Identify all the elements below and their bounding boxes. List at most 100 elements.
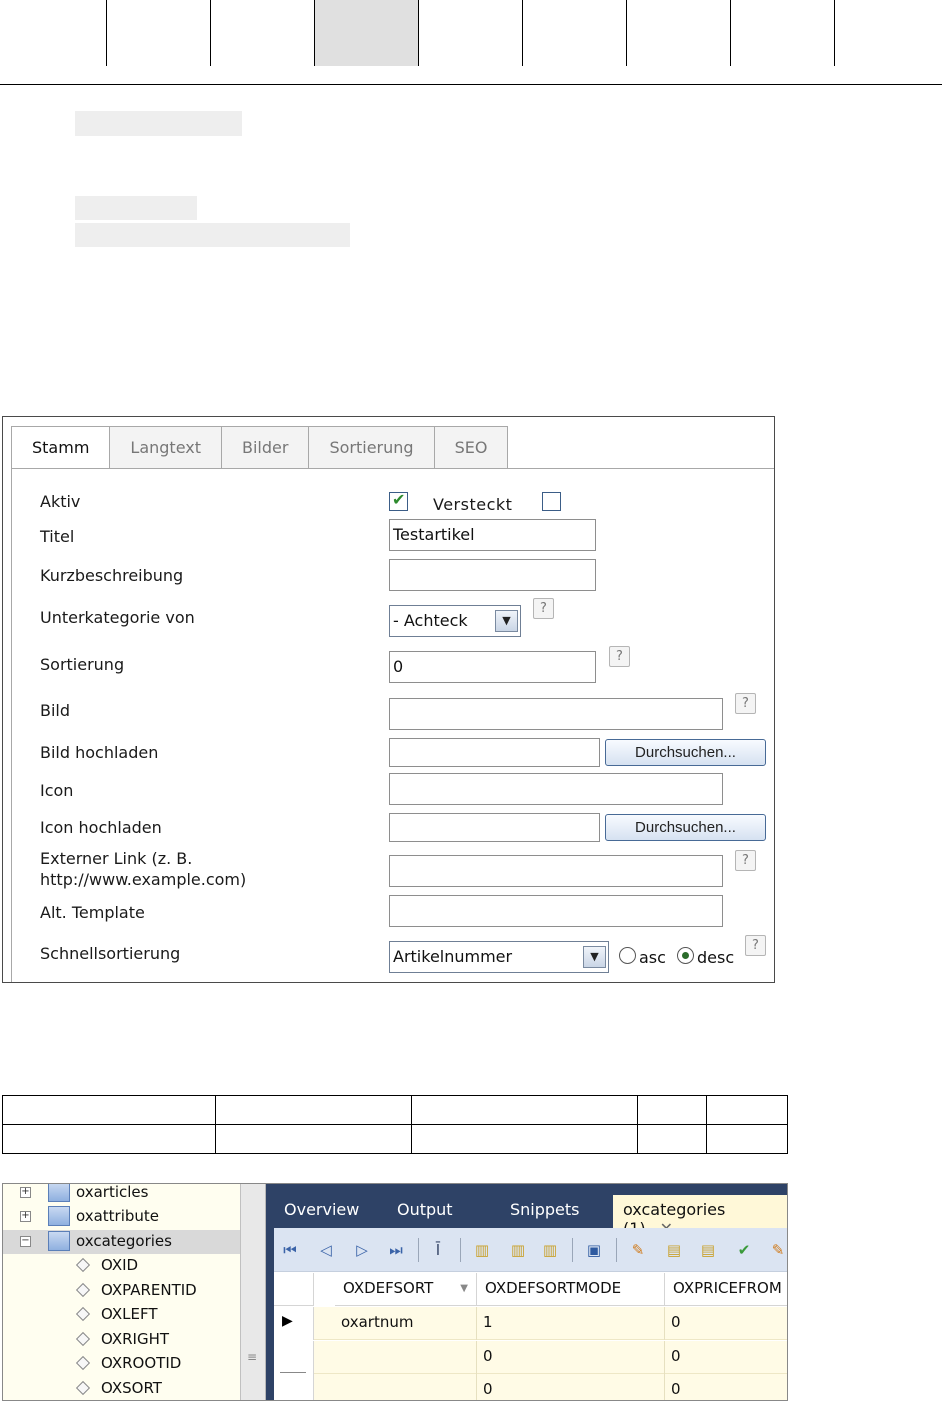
first-record-icon[interactable]: ⏮ bbox=[280, 1240, 300, 1260]
sortierung-input[interactable]: 0 bbox=[389, 651, 596, 683]
last-record-icon[interactable]: ⏭ bbox=[386, 1240, 406, 1260]
titel-input[interactable]: Testartikel bbox=[389, 519, 596, 551]
tree-item-column[interactable]: OXROOTID bbox=[3, 1352, 240, 1376]
column-header[interactable]: OXDEFSORT ▼ bbox=[335, 1273, 477, 1306]
next-record-icon[interactable]: ▷ bbox=[352, 1240, 372, 1260]
column-header[interactable]: OXDEFSORTMODE bbox=[477, 1273, 665, 1306]
tree-item-column[interactable]: OXSORT bbox=[3, 1377, 240, 1400]
tree-item-column[interactable]: OXPARENTID bbox=[3, 1279, 240, 1303]
table-row[interactable]: 0 0 bbox=[274, 1374, 787, 1400]
header-cell-highlighted bbox=[314, 0, 419, 66]
tree-item-column[interactable]: OXID bbox=[3, 1254, 240, 1278]
table-cell[interactable]: 0 bbox=[477, 1374, 665, 1400]
sort-descending-indicator-icon: ▼ bbox=[460, 1283, 468, 1294]
table-cell[interactable] bbox=[335, 1374, 477, 1400]
panel-border bbox=[11, 468, 12, 982]
table-cell[interactable]: 1 bbox=[477, 1307, 665, 1340]
column-icon bbox=[75, 1257, 91, 1273]
asc-radio[interactable] bbox=[619, 947, 636, 964]
column-header[interactable]: OXPRICEFROM bbox=[665, 1273, 787, 1306]
bild-upload-field[interactable] bbox=[389, 738, 600, 767]
tab-output[interactable]: Output bbox=[397, 1200, 453, 1219]
table-cell[interactable]: oxartnum bbox=[335, 1307, 477, 1340]
table-cell[interactable]: 0 bbox=[665, 1307, 787, 1340]
chevron-down-icon[interactable]: ▼ bbox=[583, 946, 606, 968]
table-cell[interactable]: 0 bbox=[665, 1374, 787, 1400]
table-cell bbox=[706, 1124, 788, 1154]
alt-template-input[interactable] bbox=[389, 895, 723, 927]
tab-snippets[interactable]: Snippets bbox=[510, 1200, 580, 1219]
tab-oxcategories[interactable]: oxcategories (1)✕ bbox=[613, 1195, 787, 1238]
externer-link-label-example: http://www.example.com) bbox=[40, 870, 247, 889]
bild-input[interactable] bbox=[389, 698, 723, 730]
tree-item-table[interactable]: + oxattribute bbox=[3, 1205, 240, 1229]
collapse-icon[interactable]: − bbox=[20, 1236, 31, 1247]
chevron-down-icon[interactable]: ▼ bbox=[495, 610, 518, 632]
help-icon[interactable]: ? bbox=[609, 646, 630, 667]
column-name: OXID bbox=[101, 1256, 139, 1274]
toolbar-separator bbox=[418, 1238, 419, 1262]
table-name: oxarticles bbox=[76, 1183, 149, 1201]
schnellsortierung-select[interactable]: Artikelnummer ▼ bbox=[389, 941, 609, 973]
versteckt-checkbox[interactable] bbox=[542, 492, 561, 511]
tab-bilder[interactable]: Bilder bbox=[222, 426, 310, 469]
unterkategorie-select[interactable]: - Achteck ▼ bbox=[389, 605, 521, 637]
header-cell bbox=[626, 0, 731, 66]
tree-item-column[interactable]: OXLEFT bbox=[3, 1303, 240, 1327]
aktiv-checkbox[interactable]: ✔ bbox=[389, 490, 408, 511]
table-row[interactable]: ▶ oxartnum 1 0 bbox=[274, 1307, 787, 1340]
toolbar-separator bbox=[460, 1238, 461, 1262]
apply-changes-icon[interactable]: ✔ bbox=[734, 1240, 754, 1260]
column-icon bbox=[75, 1306, 91, 1322]
table-cell[interactable]: 0 bbox=[477, 1341, 665, 1374]
previous-record-icon[interactable]: ◁ bbox=[316, 1240, 336, 1260]
save-icon[interactable]: ▣ bbox=[584, 1240, 604, 1260]
bild-browse-button[interactable]: Durchsuchen... bbox=[605, 739, 766, 766]
externer-link-input[interactable] bbox=[389, 855, 723, 887]
columns-icon[interactable]: ▥ bbox=[540, 1240, 560, 1260]
tree-item-table[interactable]: + oxarticles bbox=[3, 1183, 240, 1205]
table-cell bbox=[411, 1124, 639, 1154]
grid-toolbar: ⏮ ◁ ▷ ⏭ Ī ▥ ▥ ▥ ▣ ✎ ▤ ▤ ✔ ✎ bbox=[274, 1228, 787, 1272]
tab-langtext[interactable]: Langtext bbox=[110, 426, 222, 469]
pane-splitter[interactable]: ≡ bbox=[240, 1184, 266, 1400]
help-icon[interactable]: ? bbox=[735, 693, 756, 714]
radio-selected-dot bbox=[682, 952, 689, 959]
expand-icon[interactable]: + bbox=[20, 1187, 31, 1198]
edit-icon[interactable]: ✎ bbox=[628, 1240, 648, 1260]
tree-item-column[interactable]: OXRIGHT bbox=[3, 1328, 240, 1352]
expand-icon[interactable]: + bbox=[20, 1211, 31, 1222]
icon-browse-button[interactable]: Durchsuchen... bbox=[605, 814, 766, 841]
column-icon bbox=[75, 1380, 91, 1396]
discard-changes-icon[interactable]: ✎ bbox=[768, 1240, 787, 1260]
tab-overview[interactable]: Overview bbox=[284, 1200, 359, 1219]
tab-seo[interactable]: SEO bbox=[434, 426, 509, 469]
icon-input[interactable] bbox=[389, 773, 723, 805]
desc-radio[interactable] bbox=[677, 947, 694, 964]
current-row-icon: ▶ bbox=[282, 1313, 293, 1329]
kurzbeschreibung-input[interactable] bbox=[389, 559, 596, 591]
table-cell bbox=[214, 1124, 413, 1154]
delete-row-icon[interactable]: ▤ bbox=[698, 1240, 718, 1260]
text-edit-icon[interactable]: Ī bbox=[428, 1240, 448, 1260]
icon-upload-field[interactable] bbox=[389, 813, 600, 842]
tab-sortierung[interactable]: Sortierung bbox=[309, 426, 435, 469]
sort-ascending-icon[interactable]: ▥ bbox=[472, 1240, 492, 1260]
table-row[interactable]: 0 0 bbox=[274, 1341, 787, 1374]
tab-stamm[interactable]: Stamm bbox=[11, 426, 111, 469]
sort-descending-icon[interactable]: ▥ bbox=[508, 1240, 528, 1260]
table-icon bbox=[48, 1231, 70, 1251]
help-icon[interactable]: ? bbox=[735, 850, 756, 871]
column-icon bbox=[75, 1355, 91, 1371]
help-icon[interactable]: ? bbox=[533, 598, 554, 619]
table-cell[interactable]: 0 bbox=[665, 1341, 787, 1374]
add-row-icon[interactable]: ▤ bbox=[664, 1240, 684, 1260]
result-panel: Overview Output Snippets oxcategories (1… bbox=[274, 1184, 787, 1400]
toolbar-separator bbox=[616, 1238, 617, 1262]
tree-item-table-selected[interactable]: − oxcategories bbox=[3, 1230, 240, 1254]
category-edit-form-screenshot: Stamm Langtext Bilder Sortierung SEO Akt… bbox=[2, 416, 775, 983]
redacted-text-block bbox=[75, 111, 242, 136]
table-cell[interactable] bbox=[335, 1341, 477, 1374]
help-icon[interactable]: ? bbox=[745, 935, 766, 956]
header-cell bbox=[522, 0, 627, 66]
